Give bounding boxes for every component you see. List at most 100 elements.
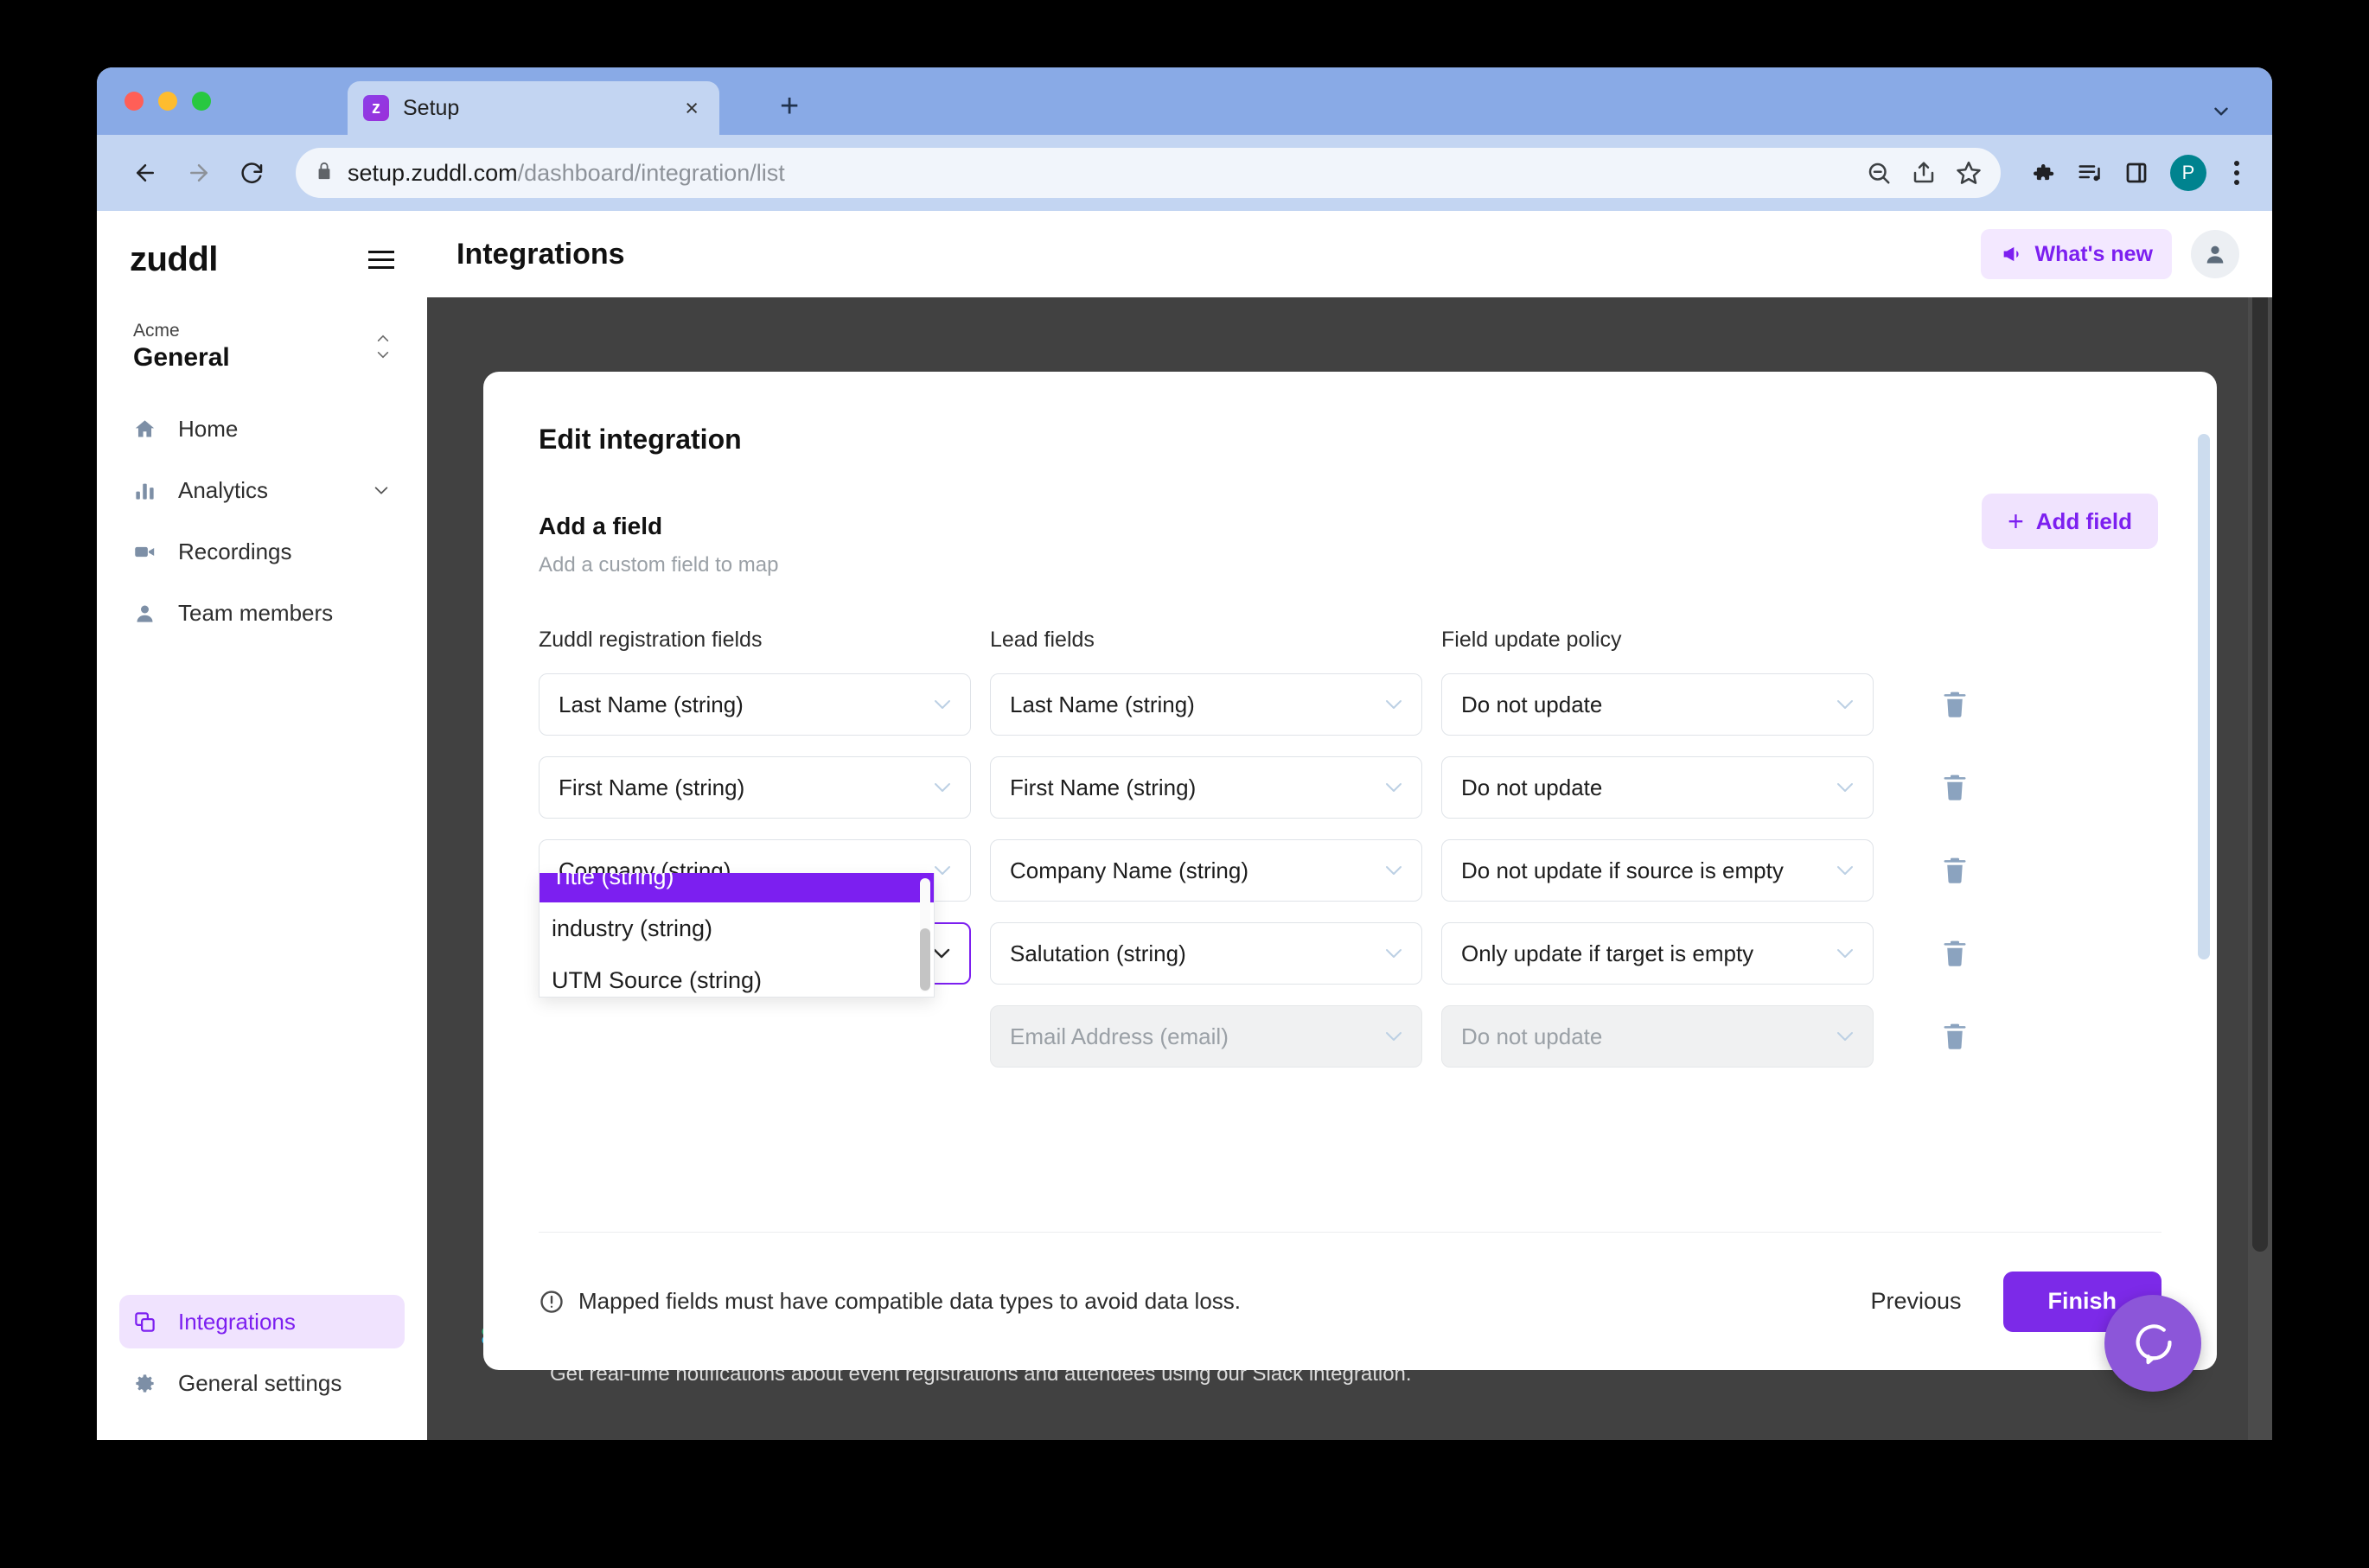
tab-list-chevron-down-icon[interactable] xyxy=(2210,100,2232,123)
sidebar-item-general-settings[interactable]: General settings xyxy=(119,1356,405,1410)
delete-row-button[interactable] xyxy=(1929,773,1981,802)
megaphone-icon xyxy=(2004,246,2020,262)
modal-scrollbar-thumb[interactable] xyxy=(2198,434,2210,959)
zoom-out-icon[interactable] xyxy=(1866,160,1892,186)
sidebar-item-integrations[interactable]: Integrations xyxy=(119,1295,405,1348)
lead-field-select[interactable]: Last Name (string) xyxy=(990,673,1422,736)
dropdown-option[interactable]: industry (string) xyxy=(540,902,934,954)
maximize-window-button[interactable] xyxy=(192,92,211,111)
modal-content: Edit integration Add a field Add a custo… xyxy=(483,424,2217,1068)
reload-button[interactable] xyxy=(230,150,275,195)
field-mapping-grid: Zuddl registration fields Lead fields Fi… xyxy=(539,628,2158,1068)
field-update-policy-select[interactable]: Only update if target is empty xyxy=(1441,922,1874,985)
select-value: First Name (string) xyxy=(1010,774,1197,800)
whats-new-button[interactable]: What's new xyxy=(1981,229,2172,279)
org-switcher[interactable]: Acme General xyxy=(119,316,405,378)
trash-icon xyxy=(1944,1023,1966,1049)
org-switcher-texts: Acme General xyxy=(133,321,230,373)
field-update-policy-select[interactable]: Do not update xyxy=(1441,673,1874,736)
extensions-puzzle-icon[interactable] xyxy=(2030,160,2056,186)
sidebar-item-team-members[interactable]: Team members xyxy=(119,586,405,640)
browser-extension-actions: P xyxy=(2023,155,2246,191)
forward-button[interactable] xyxy=(176,150,221,195)
select-value: Do not update xyxy=(1461,691,1603,717)
org-name: General xyxy=(133,343,230,372)
browser-tab-strip: z Setup × + xyxy=(97,67,2272,135)
previous-button[interactable]: Previous xyxy=(1858,1279,1973,1323)
tab-title: Setup xyxy=(403,95,460,120)
add-field-texts: Add a field Add a custom field to map xyxy=(539,513,1982,577)
new-tab-button[interactable]: + xyxy=(780,90,799,123)
footer-note: Mapped fields must have compatible data … xyxy=(539,1288,1241,1315)
add-field-button[interactable]: + Add field xyxy=(1982,494,2158,549)
delete-row-button[interactable] xyxy=(1929,1022,1981,1051)
chevron-down-icon[interactable] xyxy=(372,484,391,496)
close-window-button[interactable] xyxy=(125,92,144,111)
org-switcher-chevrons-icon xyxy=(375,334,391,360)
mapping-row: First Name (string) First Name (string) xyxy=(539,756,2158,819)
chevron-down-icon xyxy=(1382,780,1406,795)
lead-field-select: Email Address (email) xyxy=(990,1005,1422,1068)
browser-profile-avatar[interactable]: P xyxy=(2170,155,2206,191)
sidebar-item-label: Integrations xyxy=(178,1308,296,1335)
trash-icon xyxy=(1944,940,1966,966)
close-tab-icon[interactable]: × xyxy=(680,96,704,120)
delete-row-button[interactable] xyxy=(1929,939,1981,968)
dropdown-scrollbar[interactable] xyxy=(920,878,930,992)
user-avatar[interactable] xyxy=(2191,230,2239,278)
lead-field-select[interactable]: Salutation (string) xyxy=(990,922,1422,985)
delete-row-button[interactable] xyxy=(1929,856,1981,885)
delete-row-button[interactable] xyxy=(1929,690,1981,719)
chevron-down-icon xyxy=(1833,697,1857,712)
zuddl-field-select[interactable]: Last Name (string) xyxy=(539,673,971,736)
chevron-down-icon xyxy=(1833,780,1857,795)
sidebar-item-analytics[interactable]: Analytics xyxy=(119,463,405,517)
lead-field-select[interactable]: Company Name (string) xyxy=(990,839,1422,902)
modal-scrollbar[interactable] xyxy=(2198,434,2210,1232)
bar-chart-icon xyxy=(133,479,163,502)
chevron-down-icon xyxy=(1833,946,1857,961)
chevron-down-icon xyxy=(930,780,955,795)
address-bar[interactable]: setup.zuddl.com/dashboard/integration/li… xyxy=(296,148,2001,198)
side-panel-icon[interactable] xyxy=(2123,160,2149,186)
add-field-label: Add field xyxy=(2035,507,2132,534)
back-button[interactable] xyxy=(123,150,168,195)
media-playlist-icon[interactable] xyxy=(2077,160,2103,186)
select-value: Do not update if source is empty xyxy=(1461,857,1784,883)
sidebar-item-label: Team members xyxy=(178,599,334,626)
dropdown-option[interactable]: UTM Source (string) xyxy=(540,954,934,997)
select-value: Do not update xyxy=(1461,774,1603,800)
sidebar-bottom-nav: Integrations General settings xyxy=(97,1295,427,1440)
zuddl-field-dropdown-menu[interactable]: Title (string) industry (string) UTM Sou… xyxy=(539,873,935,998)
field-update-policy-select[interactable]: Do not update if source is empty xyxy=(1441,839,1874,902)
help-chat-button[interactable] xyxy=(2104,1295,2201,1392)
browser-tab[interactable]: z Setup × xyxy=(348,81,719,135)
app-container: zuddl Acme General Home Analytics Record… xyxy=(97,211,2272,1440)
chevron-down-icon xyxy=(1382,863,1406,878)
browser-menu-icon[interactable] xyxy=(2227,157,2246,188)
select-value: Do not update xyxy=(1461,1023,1603,1049)
page-body: Slack Get real-time notifications about … xyxy=(427,297,2272,1440)
share-icon[interactable] xyxy=(1911,160,1937,186)
sidebar-item-recordings[interactable]: Recordings xyxy=(119,525,405,578)
browser-window: z Setup × + setup.zuddl.com/dashboard/in… xyxy=(97,67,2272,1440)
dropdown-scrollbar-thumb[interactable] xyxy=(920,928,930,991)
modal-title: Edit integration xyxy=(539,424,742,455)
copy-icon xyxy=(133,1310,163,1334)
column-header-field-update-policy: Field update policy xyxy=(1441,628,1622,652)
browser-toolbar: setup.zuddl.com/dashboard/integration/li… xyxy=(97,135,2272,211)
sidebar-collapse-icon[interactable] xyxy=(368,251,394,269)
add-field-section-header: Add a field Add a custom field to map + … xyxy=(539,494,2158,577)
sidebar-item-label: Recordings xyxy=(178,538,292,564)
zuddl-field-select[interactable]: First Name (string) xyxy=(539,756,971,819)
dropdown-option[interactable]: Title (string) xyxy=(540,873,934,902)
sidebar-item-home[interactable]: Home xyxy=(119,402,405,456)
video-camera-icon xyxy=(133,540,163,564)
field-update-policy-select[interactable]: Do not update xyxy=(1441,756,1874,819)
page-scrollbar[interactable] xyxy=(2248,211,2272,1440)
footer-note-text: Mapped fields must have compatible data … xyxy=(578,1288,1241,1314)
minimize-window-button[interactable] xyxy=(158,92,177,111)
lead-field-select[interactable]: First Name (string) xyxy=(990,756,1422,819)
bookmark-star-icon[interactable] xyxy=(1956,160,1982,186)
page-scrollbar-thumb[interactable] xyxy=(2252,223,2268,1252)
